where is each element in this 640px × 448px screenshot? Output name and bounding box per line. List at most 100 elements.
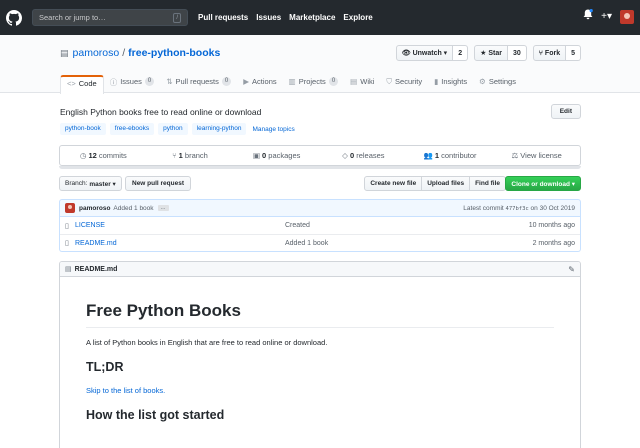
commit-message[interactable]: Added 1 book [113,205,153,212]
tab-settings[interactable]: ⚙ Settings [473,75,522,93]
tab-count: 0 [328,77,339,86]
latest-commit-prefix: Latest commit [463,204,506,212]
project-icon: ▥ [288,77,296,86]
nav-marketplace[interactable]: Marketplace [289,13,335,22]
contributor-label: contributor [439,151,477,160]
watch-label: Unwatch ▾ [412,50,448,57]
nav-pull-requests[interactable]: Pull requests [198,13,248,22]
readme-filename: README.md [74,265,118,273]
clone-button[interactable]: Clone or download ▾ [505,176,581,191]
tab-label: Pull requests [175,77,219,86]
tab-issues[interactable]: ⓘ Issues 0 [104,75,161,93]
tab-count: 0 [221,77,232,86]
license-stat[interactable]: ⚖ View license [493,151,580,160]
bell-icon[interactable] [583,9,593,25]
topic-tag[interactable]: learning-python [191,123,247,135]
star-count[interactable]: 30 [507,45,527,61]
tab-code[interactable]: <> Code [60,75,104,94]
shield-icon: ⛉ [386,77,393,86]
skip-to-list-link[interactable]: Skip to the list of books. [86,386,554,395]
commit-expand-button[interactable]: … [157,205,169,211]
fork-count[interactable]: 5 [566,45,581,61]
search-placeholder: Search or jump to… [39,13,106,22]
tag-icon: ◇ [342,151,348,160]
law-icon: ⚖ [511,151,519,160]
watch-count[interactable]: 2 [453,45,469,61]
tab-pull-requests[interactable]: ⇅ Pull requests 0 [160,75,237,93]
branch-selector[interactable]: Branch: master ▾ [59,176,122,191]
commit-author[interactable]: pamoroso [79,205,110,212]
tab-actions[interactable]: ▶ Actions [237,75,282,93]
contributors-stat[interactable]: 👥 1 contributor [407,151,494,160]
create-file-button[interactable]: Create new file [364,176,423,191]
repo-actions: 👁 Unwatch ▾ 2 ★ Star 30 ⑂ Fork 5 [390,45,581,61]
search-input[interactable]: Search or jump to… / [32,9,188,26]
readme-header: ▤ README.md ✎ [60,262,580,277]
repo-owner-link[interactable]: pamoroso [73,47,120,59]
tab-label: Code [78,79,97,88]
global-nav: Pull requests Issues Marketplace Explore [198,13,381,22]
graph-icon: ▮ [434,77,439,86]
releases-label: releases [354,151,385,160]
edit-button[interactable]: Edit [550,104,581,119]
history-icon: ◷ [79,151,87,160]
topic-tag[interactable]: python-book [60,123,106,135]
readme-panel: ▤ README.md ✎ Free Python Books A list o… [59,261,581,448]
nav-explore[interactable]: Explore [343,13,372,22]
code-icon: <> [67,79,76,88]
file-commit-message[interactable]: Created [285,222,529,229]
repo-summary: ◷ 12 commits ⑂ 1 branch ▣ 0 packages ◇ 0 rel… [59,145,581,166]
branch-prefix: Branch: [65,180,88,187]
tab-label: Settings [488,77,516,86]
packages-stat[interactable]: ▣ 0 packages [233,151,320,160]
pencil-icon[interactable]: ✎ [568,265,575,274]
releases-stat[interactable]: ◇ 0 releases [320,151,407,160]
commit-author-avatar[interactable] [65,203,75,213]
readme-content: Free Python Books A list of Python books… [60,277,580,448]
file-commit-message[interactable]: Added 1 book [285,240,533,247]
watch-group: 👁 Unwatch ▾ 2 [395,45,469,61]
star-label: Star [488,49,502,57]
readme-heading-history: How the list got started [86,408,225,422]
file-age: 10 months ago [528,222,575,229]
repo-name-link[interactable]: free-python-books [128,47,220,59]
readme-heading-tldr: TL;DR [86,360,124,374]
manage-topics-link[interactable]: Manage topics [252,126,294,133]
commits-stat[interactable]: ◷ 12 commits [60,151,147,160]
language-bar [59,166,581,169]
new-pull-request-button[interactable]: New pull request [125,176,192,191]
tab-label: Insights [441,77,468,86]
gear-icon: ⚙ [479,77,486,86]
fork-button[interactable]: ⑂ Fork [532,45,567,61]
nav-issues[interactable]: Issues [256,13,281,22]
star-button[interactable]: ★ Star [474,45,508,61]
watch-button[interactable]: 👁 Unwatch ▾ [395,45,454,61]
table-row: ▯ README.md Added 1 book 2 months ago [60,234,580,251]
find-file-button[interactable]: Find file [469,176,506,191]
commit-sha[interactable]: 477bf3c [506,206,529,212]
github-logo-icon[interactable] [6,9,22,26]
avatar[interactable] [620,10,634,24]
tab-projects[interactable]: ▥ Projects 0 [283,75,345,93]
file-age: 2 months ago [532,239,575,247]
latest-commit-bar: pamoroso Added 1 book … Latest commit 47… [59,199,581,217]
topic-tag[interactable]: python [158,123,188,135]
repo-separator: / [122,47,126,59]
book-icon: ▤ [350,77,358,86]
tab-wiki[interactable]: ▤ Wiki [344,75,380,93]
people-icon: 👥 [423,151,433,160]
tab-label: Issues [120,77,142,86]
tab-insights[interactable]: ▮ Insights [428,75,473,93]
tab-security[interactable]: ⛉ Security [380,75,428,93]
file-name[interactable]: LICENSE [75,222,285,229]
plus-icon[interactable]: +▾ [601,10,612,24]
upload-files-button[interactable]: Upload files [421,176,471,191]
star-icon: ★ [480,50,489,57]
file-name[interactable]: README.md [75,240,285,247]
file-navigation: Branch: master ▾ New pull request Create … [59,176,581,192]
branch-icon: ⑂ [172,151,177,160]
topic-tag[interactable]: free-ebooks [109,123,155,135]
readme-intro: A list of Python books in English that a… [86,338,328,347]
pr-icon: ⇅ [166,77,173,86]
branch-stat[interactable]: ⑂ 1 branch [147,151,234,160]
